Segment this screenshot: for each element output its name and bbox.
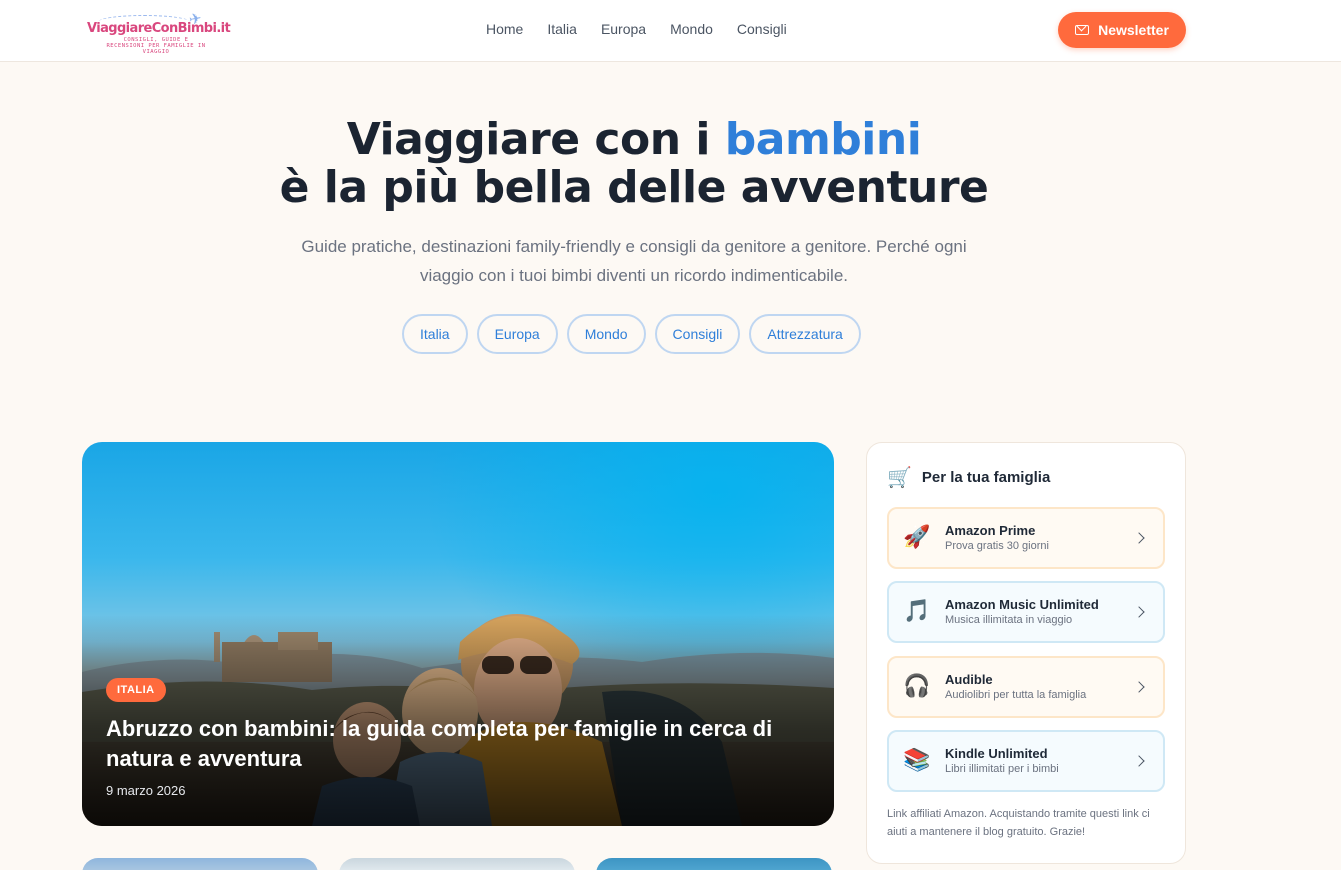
mail-icon bbox=[1075, 25, 1090, 35]
offer-desc: Audiolibri per tutta la famiglia bbox=[945, 689, 1087, 701]
hero-title: Viaggiare con i bambini è la più bella d… bbox=[0, 116, 1268, 212]
offer-amazon-music[interactable]: 🎵 Amazon Music Unlimited Musica illimita… bbox=[887, 581, 1165, 643]
site-logo[interactable]: ✈ ViaggiareConBimbi.it CONSIGLI, GUIDE E… bbox=[86, 9, 231, 55]
music-note-icon: 🎵 bbox=[903, 599, 931, 624]
nav-italia[interactable]: Italia bbox=[547, 20, 577, 38]
logo-tagline: CONSIGLI, GUIDE E RECENSIONI PER FAMIGLI… bbox=[106, 37, 206, 55]
site-header: ✈ ViaggiareConBimbi.it CONSIGLI, GUIDE E… bbox=[0, 0, 1341, 62]
nav-mondo[interactable]: Mondo bbox=[670, 20, 713, 38]
chevron-right-icon bbox=[1133, 681, 1145, 693]
logo-text: ViaggiareConBimbi.it bbox=[87, 21, 231, 36]
offer-kindle-unlimited[interactable]: 📚 Kindle Unlimited Libri illimitati per … bbox=[887, 730, 1165, 792]
chevron-right-icon bbox=[1133, 606, 1145, 618]
offer-amazon-prime[interactable]: 🚀 Amazon Prime Prova gratis 30 giorni bbox=[887, 507, 1165, 569]
family-offers-sidebar: 🛒 Per la tua famiglia 🚀 Amazon Prime Pro… bbox=[866, 442, 1186, 864]
hero-title-part1: Viaggiare con i bbox=[346, 114, 725, 165]
nav-europa[interactable]: Europa bbox=[601, 20, 646, 38]
offer-desc: Musica illimitata in viaggio bbox=[945, 614, 1073, 626]
pill-italia[interactable]: Italia bbox=[402, 314, 468, 354]
offer-desc: Libri illimitati per i bimbi bbox=[945, 763, 1059, 775]
offer-name: Kindle Unlimited bbox=[945, 746, 1048, 761]
offer-audible[interactable]: 🎧 Audible Audiolibri per tutta la famigl… bbox=[887, 656, 1165, 718]
main-nav: Home Italia Europa Mondo Consigli bbox=[486, 20, 811, 38]
hero-title-line2: è la più bella delle avventure bbox=[279, 162, 989, 213]
nav-home[interactable]: Home bbox=[486, 20, 523, 38]
featured-category-badge[interactable]: ITALIA bbox=[106, 678, 166, 702]
pill-consigli[interactable]: Consigli bbox=[654, 314, 741, 354]
category-pills: Italia Europa Mondo Consigli Attrezzatur… bbox=[402, 314, 870, 354]
headphones-icon: 🎧 bbox=[903, 674, 931, 699]
rocket-icon: 🚀 bbox=[903, 525, 931, 550]
offer-name: Amazon Prime bbox=[945, 523, 1036, 538]
featured-article-card[interactable]: ITALIA Abruzzo con bambini: la guida com… bbox=[82, 442, 834, 826]
featured-date: 9 marzo 2026 bbox=[106, 783, 186, 798]
article-card-peek[interactable] bbox=[339, 858, 575, 870]
affiliate-disclaimer: Link affiliati Amazon. Acquistando trami… bbox=[887, 808, 1150, 838]
hero-subtitle: Guide pratiche, destinazioni family-frie… bbox=[301, 237, 967, 285]
chevron-right-icon bbox=[1133, 755, 1145, 767]
nav-consigli[interactable]: Consigli bbox=[737, 20, 787, 38]
pill-attrezzatura[interactable]: Attrezzatura bbox=[749, 314, 861, 354]
offer-desc: Prova gratis 30 giorni bbox=[945, 540, 1049, 552]
chevron-right-icon bbox=[1133, 532, 1145, 544]
hero-title-accent: bambini bbox=[724, 114, 922, 165]
offer-name: Amazon Music Unlimited bbox=[945, 597, 1099, 612]
article-card-peek[interactable] bbox=[82, 858, 318, 870]
books-icon: 📚 bbox=[903, 748, 931, 773]
newsletter-label: Newsletter bbox=[1098, 22, 1169, 38]
newsletter-button[interactable]: Newsletter bbox=[1058, 12, 1186, 48]
sidebar-heading: 🛒 Per la tua famiglia bbox=[887, 465, 1050, 489]
article-card-peek[interactable] bbox=[596, 858, 832, 870]
shopping-cart-icon: 🛒 bbox=[887, 465, 912, 489]
pill-mondo[interactable]: Mondo bbox=[566, 314, 646, 354]
featured-title[interactable]: Abruzzo con bambini: la guida completa p… bbox=[106, 714, 816, 774]
offer-name: Audible bbox=[945, 672, 993, 687]
sidebar-title: Per la tua famiglia bbox=[921, 468, 1051, 486]
pill-europa[interactable]: Europa bbox=[476, 314, 558, 354]
